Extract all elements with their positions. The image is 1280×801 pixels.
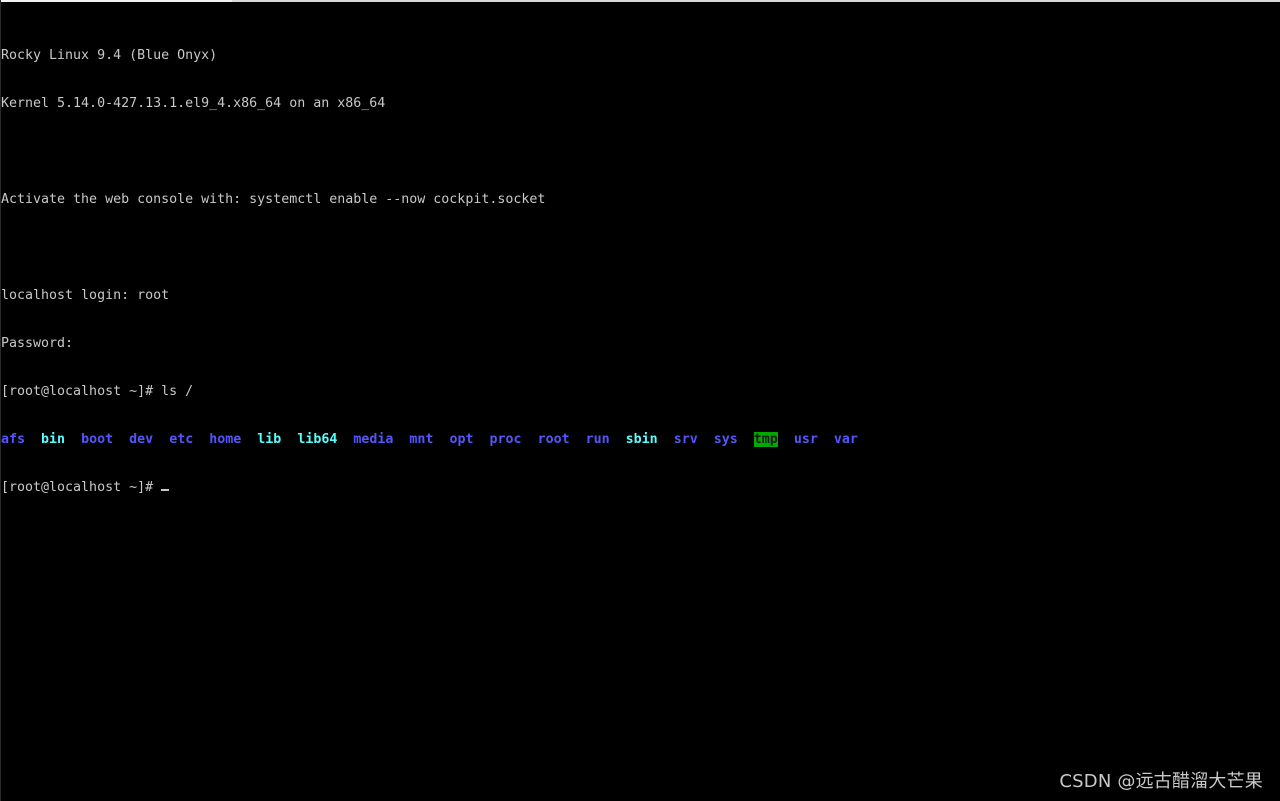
ls-entry-var: var — [833, 432, 858, 447]
login-line: localhost login: root — [1, 288, 170, 303]
vm-console-screen[interactable]: Rocky Linux 9.4 (Blue Onyx) Kernel 5.14.… — [0, 0, 1280, 801]
ls-entry-run: run — [585, 432, 610, 447]
text-cursor — [161, 489, 170, 491]
csdn-watermark: CSDN @远古醋溜大芒果 — [1059, 771, 1263, 792]
tab-edge — [0, 0, 232, 2]
ls-entry-boot: boot — [81, 432, 114, 447]
ls-command-line: [root@localhost ~]# ls / — [1, 384, 194, 399]
ls-entry-mnt: mnt — [409, 432, 434, 447]
ls-entry-lib: lib — [257, 432, 282, 447]
ls-entry-sbin: sbin — [625, 432, 658, 447]
cockpit-hint-line: Activate the web console with: systemctl… — [1, 192, 546, 207]
kernel-line: Kernel 5.14.0-427.13.1.el9_4.x86_64 on a… — [1, 96, 386, 111]
ls-entry-root: root — [537, 432, 570, 447]
ls-entry-lib64: lib64 — [297, 432, 338, 447]
ls-output-row: afs bin boot dev etc home lib lib64 medi… — [1, 432, 1271, 448]
os-release-line: Rocky Linux 9.4 (Blue Onyx) — [1, 48, 218, 63]
ls-entry-opt: opt — [449, 432, 474, 447]
ls-entry-dev: dev — [129, 432, 154, 447]
ls-entry-srv: srv — [673, 432, 698, 447]
ls-entry-proc: proc — [489, 432, 522, 447]
ls-entry-usr: usr — [793, 432, 818, 447]
ls-entry-media: media — [353, 432, 394, 447]
ls-entry-tmp: tmp — [753, 432, 778, 447]
terminal-console[interactable]: Rocky Linux 9.4 (Blue Onyx) Kernel 5.14.… — [1, 16, 1271, 528]
ls-entry-bin: bin — [41, 432, 66, 447]
ls-entry-home: home — [209, 432, 242, 447]
current-prompt-line[interactable]: [root@localhost ~]# — [1, 480, 1271, 496]
password-line: Password: — [1, 336, 74, 351]
ls-entry-sys: sys — [713, 432, 738, 447]
window-top-edge — [0, 0, 1280, 2]
ls-entry-afs: afs — [1, 432, 26, 447]
ls-entry-etc: etc — [169, 432, 194, 447]
shell-prompt: [root@localhost ~]# — [1, 480, 162, 495]
